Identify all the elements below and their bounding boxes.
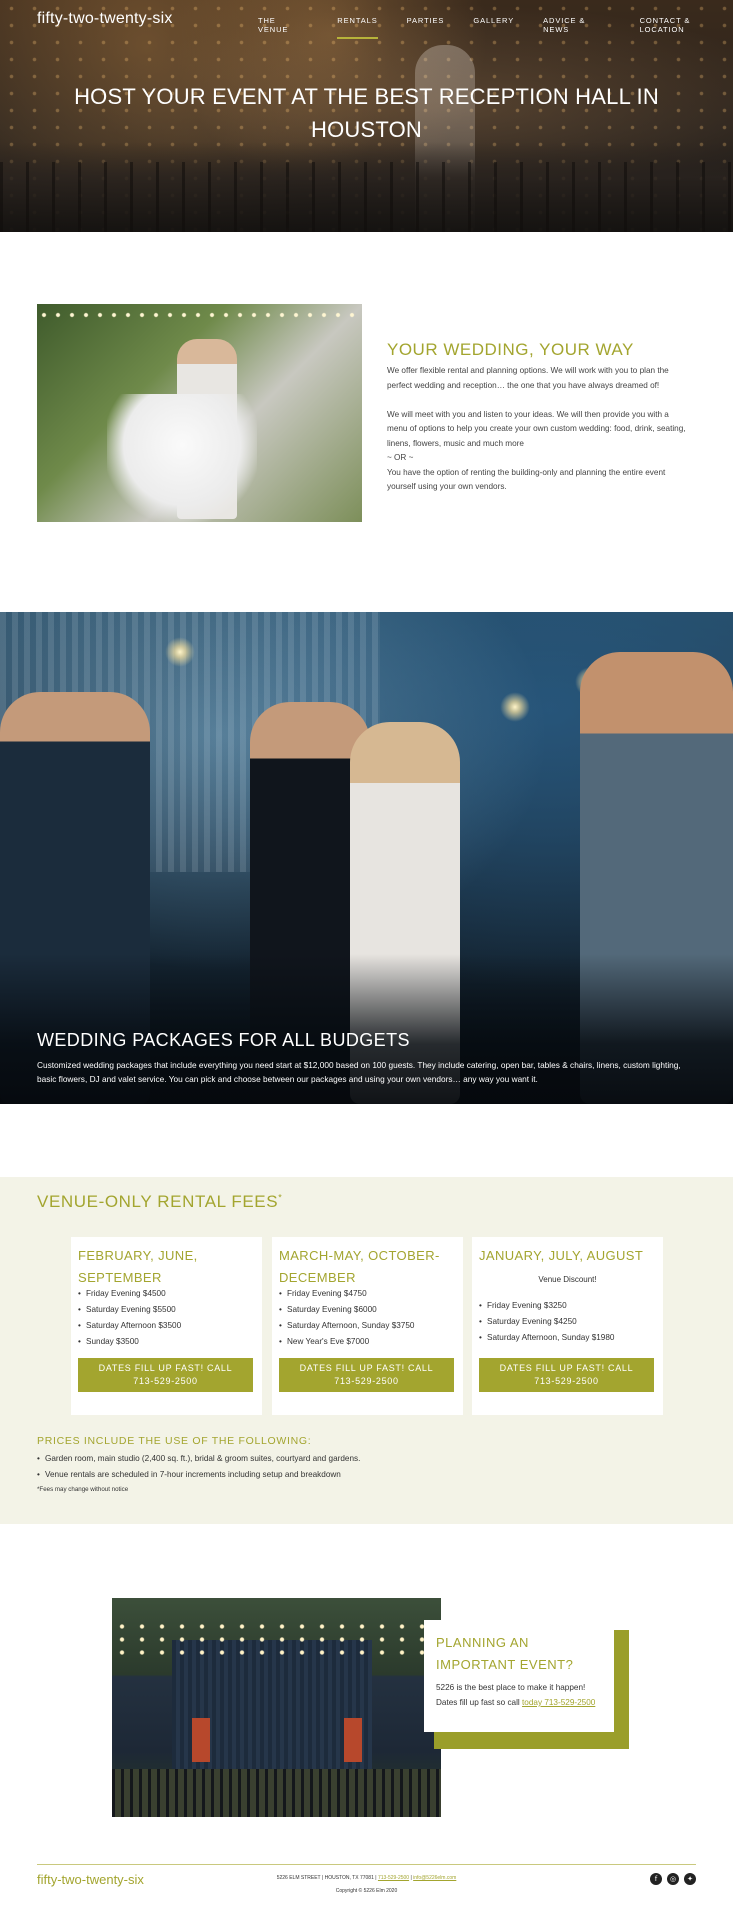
fees-title: VENUE-ONLY RENTAL FEES* [37, 1192, 282, 1212]
fee-item: New Year's Eve $7000 [279, 1334, 414, 1350]
chairs [0, 162, 733, 232]
call-button[interactable]: DATES FILL UP FAST! CALL 713-529-2500 [279, 1358, 454, 1392]
call-button-phone: 713-529-2500 [334, 1376, 399, 1386]
fee-list: Friday Evening $4750 Saturday Evening $6… [279, 1286, 414, 1350]
fee-item: Saturday Evening $6000 [279, 1302, 414, 1318]
copyright: Copyright © 5226 Elm 2020 [335, 1888, 398, 1894]
wedding-paragraph-1: We offer flexible rental and planning op… [387, 366, 669, 390]
call-button-label: DATES FILL UP FAST! CALL [299, 1363, 434, 1373]
fee-item: Friday Evening $3250 [479, 1298, 614, 1314]
fee-card: JANUARY, JULY, AUGUST Venue Discount! Fr… [472, 1237, 663, 1415]
twitter-icon[interactable]: ✦ [684, 1873, 696, 1885]
wedding-text: We offer flexible rental and planning op… [387, 364, 687, 495]
fee-item: Saturday Evening $4250 [479, 1314, 614, 1330]
call-button[interactable]: DATES FILL UP FAST! CALL 713-529-2500 [78, 1358, 253, 1392]
main-nav: THE VENUE RENTALS PARTIES GALLERY ADVICE… [258, 16, 733, 39]
nav-the-venue[interactable]: THE VENUE [258, 16, 306, 38]
venue-discount: Venue Discount! [538, 1275, 597, 1284]
fee-card-title: FEBRUARY, JUNE, SEPTEMBER [78, 1248, 198, 1285]
fee-item: Sunday $3500 [78, 1334, 181, 1350]
planning-line-2: Dates fill up fast so call [436, 1698, 523, 1707]
footer-email-link[interactable]: info@5226elm.com [413, 1875, 456, 1881]
fees-title-text: VENUE-ONLY RENTAL FEES [37, 1192, 279, 1211]
planning-text: 5226 is the best place to make it happen… [436, 1680, 611, 1710]
address-text: 5226 ELM STREET | HOUSTON, TX 77081 | [276, 1875, 378, 1881]
nav-advice-news[interactable]: ADVICE & NEWS [543, 16, 610, 38]
fee-item: Saturday Afternoon, Sunday $3750 [279, 1318, 414, 1334]
fee-list: Friday Evening $3250 Saturday Evening $4… [479, 1298, 614, 1346]
nav-gallery[interactable]: GALLERY [473, 16, 514, 38]
fees-note: *Fees may change without notice [37, 1486, 129, 1493]
wedding-or: ~ OR ~ [387, 453, 414, 462]
fee-item: Saturday Afternoon, Sunday $1980 [479, 1330, 614, 1346]
planning-callout: PLANNING AN IMPORTANT EVENT? 5226 is the… [424, 1620, 614, 1732]
call-button-label: DATES FILL UP FAST! CALL [98, 1363, 233, 1373]
nav-rentals[interactable]: RENTALS [337, 16, 378, 39]
includes-item: Venue rentals are scheduled in 7-hour in… [37, 1467, 360, 1483]
includes-list: Garden room, main studio (2,400 sq. ft.)… [37, 1451, 360, 1483]
wedding-photo [37, 304, 362, 522]
fee-item: Saturday Evening $5500 [78, 1302, 181, 1318]
fee-card-title: MARCH-MAY, OCTOBER-DECEMBER [279, 1248, 440, 1285]
hero-title: HOST YOUR EVENT AT THE BEST RECEPTION HA… [74, 84, 659, 142]
includes-title: PRICES INCLUDE THE USE OF THE FOLLOWING: [37, 1435, 312, 1447]
red-door [192, 1718, 210, 1762]
hero-banner: fifty-two-twenty-six THE VENUE RENTALS P… [0, 0, 733, 232]
wedding-title: YOUR WEDDING, YOUR WAY [387, 340, 634, 359]
footer-address: 5226 ELM STREET | HOUSTON, TX 77081 | 71… [0, 1875, 733, 1881]
call-button-phone: 713-529-2500 [133, 1376, 198, 1386]
packages-title: WEDDING PACKAGES FOR ALL BUDGETS [37, 1030, 410, 1050]
site-logo[interactable]: fifty-two-twenty-six [37, 10, 173, 28]
bride-dress [107, 394, 257, 522]
fee-item: Friday Evening $4750 [279, 1286, 414, 1302]
fee-card-title: JANUARY, JULY, AUGUST [479, 1248, 644, 1263]
footer-divider [37, 1864, 696, 1865]
courtyard-chairs [112, 1769, 441, 1817]
nav-contact-location[interactable]: CONTACT & LOCATION [640, 16, 733, 38]
packages-banner: WEDDING PACKAGES FOR ALL BUDGETS Customi… [0, 612, 733, 1104]
includes-item: Garden room, main studio (2,400 sq. ft.)… [37, 1451, 360, 1467]
wedding-paragraph-2: We will meet with you and listen to your… [387, 409, 686, 448]
planning-title: PLANNING AN IMPORTANT EVENT? [436, 1635, 574, 1672]
wedding-paragraph-3: You have the option of renting the build… [387, 467, 666, 492]
fee-card: MARCH-MAY, OCTOBER-DECEMBER Friday Eveni… [272, 1237, 463, 1415]
packages-text: Customized wedding packages that include… [37, 1060, 681, 1084]
fee-card: FEBRUARY, JUNE, SEPTEMBER Friday Evening… [71, 1237, 262, 1415]
call-button-label: DATES FILL UP FAST! CALL [499, 1363, 634, 1373]
string-lights [37, 310, 362, 320]
string-lights [112, 1620, 441, 1660]
fee-list: Friday Evening $4500 Saturday Evening $5… [78, 1286, 181, 1350]
planning-phone-link[interactable]: today 713-529-2500 [522, 1698, 595, 1707]
fee-item: Saturday Afternoon $3500 [78, 1318, 181, 1334]
call-button-phone: 713-529-2500 [534, 1376, 599, 1386]
sparkler [165, 637, 195, 667]
social-links: f ◎ ✦ [650, 1873, 696, 1885]
red-door [344, 1718, 362, 1762]
fees-title-mark: * [278, 1192, 283, 1203]
call-button[interactable]: DATES FILL UP FAST! CALL 713-529-2500 [479, 1358, 654, 1392]
facebook-icon[interactable]: f [650, 1873, 662, 1885]
rental-fees-section: VENUE-ONLY RENTAL FEES* FEBRUARY, JUNE, … [0, 1177, 733, 1524]
nav-parties[interactable]: PARTIES [407, 16, 445, 38]
sparkler [500, 692, 530, 722]
instagram-icon[interactable]: ◎ [667, 1873, 679, 1885]
venue-courtyard-photo [112, 1598, 441, 1817]
footer-phone-link[interactable]: 713-529-2500 [378, 1875, 409, 1881]
fee-item: Friday Evening $4500 [78, 1286, 181, 1302]
planning-line-1: 5226 is the best place to make it happen… [436, 1683, 586, 1692]
